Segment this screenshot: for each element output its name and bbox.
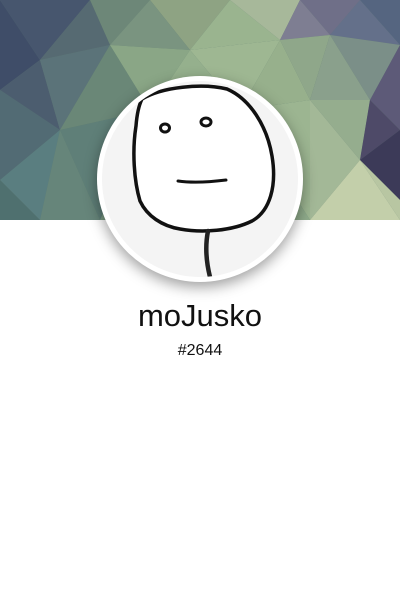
poker-face-meme-icon — [102, 81, 298, 277]
avatar[interactable] — [97, 76, 303, 282]
user-tag: #2644 — [177, 342, 223, 359]
username: moJusko — [137, 298, 263, 333]
profile-card: moJusko #2644 — [0, 0, 400, 600]
